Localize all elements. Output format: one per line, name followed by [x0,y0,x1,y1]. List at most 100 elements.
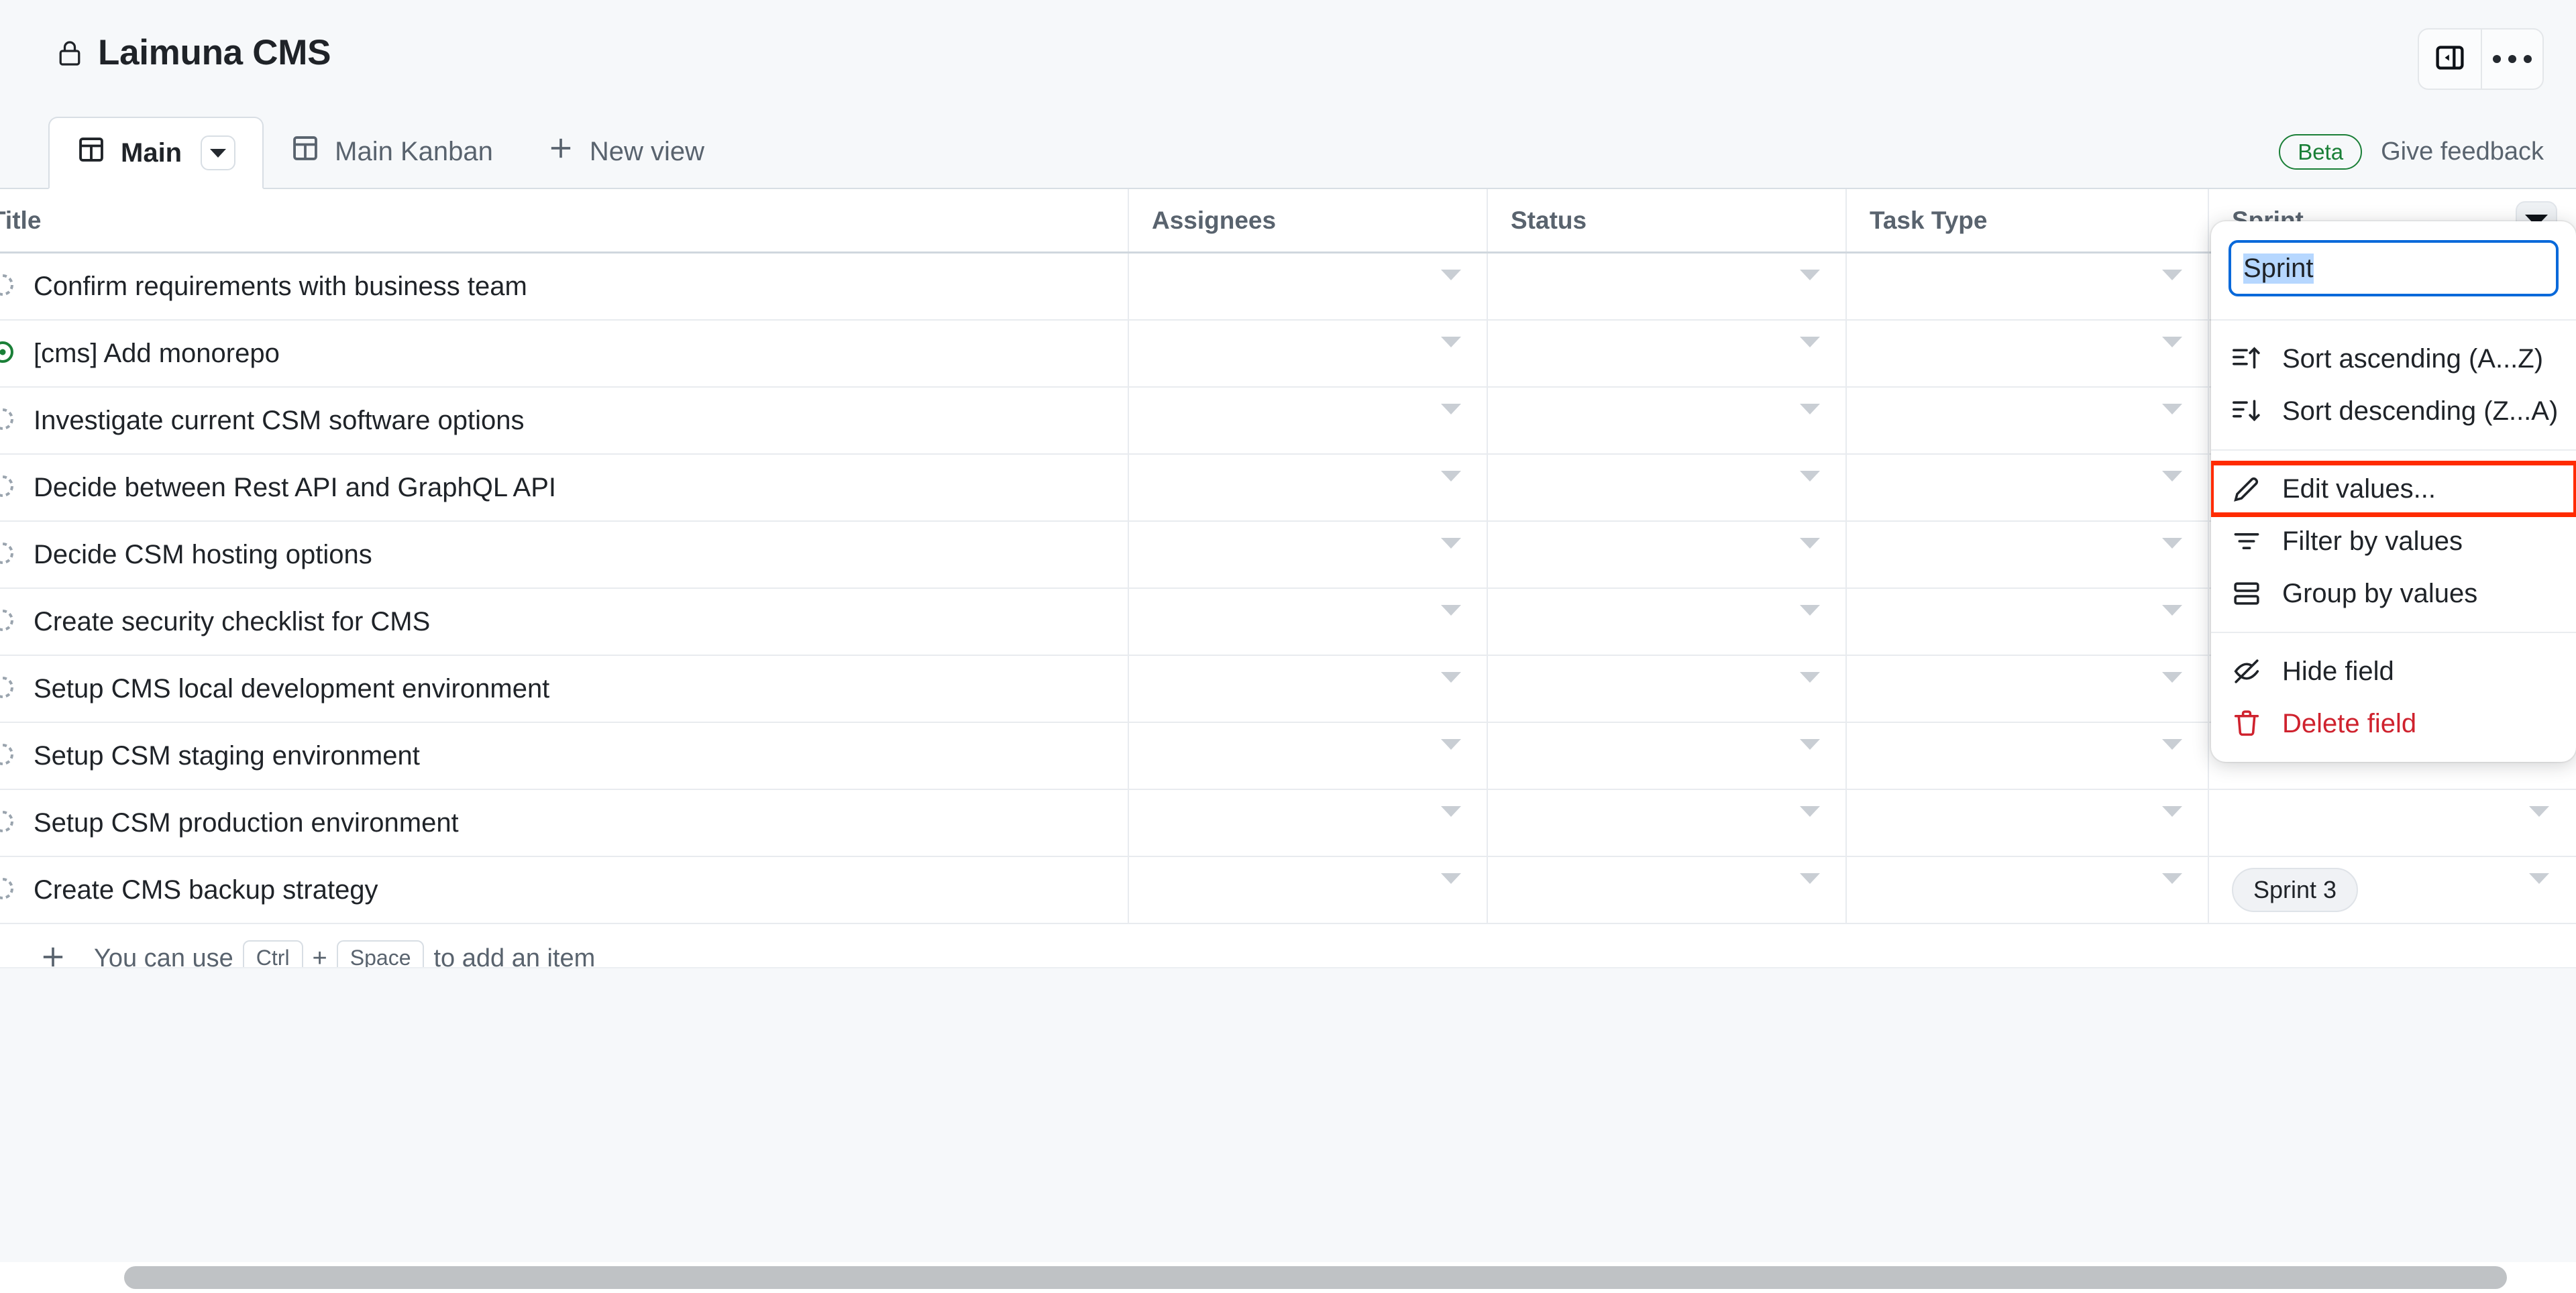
cell-assignees[interactable] [1129,656,1488,722]
chevron-down-icon[interactable] [2162,270,2182,292]
cell-tasktype[interactable] [1847,321,2209,386]
cell-tasktype[interactable] [1847,589,2209,655]
chevron-down-icon[interactable] [2162,605,2182,628]
cell-assignees[interactable] [1129,723,1488,789]
cell-assignees[interactable] [1129,388,1488,453]
give-feedback-link[interactable]: Give feedback [2381,137,2544,166]
chevron-down-icon[interactable] [1800,337,1820,359]
cell-status[interactable] [1488,522,1847,587]
cell-title[interactable]: Investigate current CSM software options [0,388,1129,453]
cell-assignees[interactable] [1129,857,1488,923]
chevron-down-icon[interactable] [1800,806,1820,829]
cell-title[interactable]: Decide between Rest API and GraphQL API [0,455,1129,520]
table-row[interactable]: Setup CMS local development environment [0,656,2576,723]
horizontal-scrollbar-thumb[interactable] [124,1266,2507,1289]
table-row[interactable]: Confirm requirements with business team [0,254,2576,321]
chevron-down-icon[interactable] [1441,337,1461,359]
chevron-down-icon[interactable] [1441,739,1461,762]
chevron-down-icon[interactable] [1441,404,1461,427]
cell-title[interactable]: Create security checklist for CMS [0,589,1129,655]
chevron-down-icon[interactable] [1800,538,1820,561]
cell-tasktype[interactable] [1847,388,2209,453]
tab-main[interactable]: Main [48,117,264,189]
chevron-down-icon[interactable] [2162,538,2182,561]
cell-title[interactable]: Setup CSM staging environment [0,723,1129,789]
cell-assignees[interactable] [1129,522,1488,587]
tab-main-kanban[interactable]: Main Kanban [264,115,520,188]
cell-tasktype[interactable] [1847,254,2209,319]
cell-sprint[interactable]: Sprint 3 [2209,857,2575,923]
chevron-down-icon[interactable] [2162,404,2182,427]
cell-title[interactable]: Setup CSM production environment [0,790,1129,856]
chevron-down-icon[interactable] [1441,538,1461,561]
column-header-status[interactable]: Status [1488,189,1847,251]
chevron-down-icon[interactable] [1800,672,1820,695]
chevron-down-icon[interactable] [1441,270,1461,292]
cell-tasktype[interactable] [1847,857,2209,923]
chevron-down-icon[interactable] [2162,337,2182,359]
column-header-assignees[interactable]: Assignees [1129,189,1488,251]
cell-title[interactable]: [cms] Add monorepo [0,321,1129,386]
cell-assignees[interactable] [1129,455,1488,520]
chevron-down-icon[interactable] [2162,739,2182,762]
cell-status[interactable] [1488,790,1847,856]
more-options-button[interactable] [2481,30,2542,89]
chevron-down-icon[interactable] [2162,672,2182,695]
tab-main-menu-button[interactable] [201,135,236,170]
cell-title[interactable]: Setup CMS local development environment [0,656,1129,722]
cell-status[interactable] [1488,388,1847,453]
menu-item-sort-ascending[interactable]: Sort ascending (A...Z) [2211,333,2576,385]
chevron-down-icon[interactable] [1800,404,1820,427]
chevron-down-icon[interactable] [2162,873,2182,896]
cell-assignees[interactable] [1129,589,1488,655]
chevron-down-icon[interactable] [2529,873,2549,896]
table-row[interactable]: Investigate current CSM software options [0,388,2576,455]
menu-item-sort-descending[interactable]: Sort descending (Z...A) [2211,385,2576,437]
cell-tasktype[interactable] [1847,723,2209,789]
column-header-title[interactable]: Title [0,189,1129,251]
horizontal-scrollbar[interactable] [0,1262,2576,1293]
menu-item-filter[interactable]: Filter by values [2211,515,2576,567]
cell-status[interactable] [1488,455,1847,520]
table-row[interactable]: Create security checklist for CMS [0,589,2576,656]
cell-status[interactable] [1488,254,1847,319]
chevron-down-icon[interactable] [1441,806,1461,829]
table-row[interactable]: Create CMS backup strategy Sprint 3 [0,857,2576,924]
cell-assignees[interactable] [1129,790,1488,856]
cell-tasktype[interactable] [1847,790,2209,856]
chevron-down-icon[interactable] [2529,806,2549,829]
table-row[interactable]: [cms] Add monorepo [0,321,2576,388]
chevron-down-icon[interactable] [1441,605,1461,628]
cell-assignees[interactable] [1129,321,1488,386]
cell-tasktype[interactable] [1847,656,2209,722]
table-row[interactable]: Decide CSM hosting options [0,522,2576,589]
menu-item-pencil[interactable]: Edit values... [2211,461,2576,517]
chevron-down-icon[interactable] [1441,672,1461,695]
chevron-down-icon[interactable] [1441,471,1461,494]
cell-assignees[interactable] [1129,254,1488,319]
field-name-input[interactable]: Sprint [2229,240,2559,296]
cell-status[interactable] [1488,857,1847,923]
chevron-down-icon[interactable] [1800,739,1820,762]
cell-title[interactable]: Create CMS backup strategy [0,857,1129,923]
cell-sprint[interactable] [2209,790,2575,856]
chevron-down-icon[interactable] [1800,873,1820,896]
chevron-down-icon[interactable] [1441,873,1461,896]
column-header-tasktype[interactable]: Task Type [1847,189,2209,251]
table-row[interactable]: Decide between Rest API and GraphQL API [0,455,2576,522]
menu-item-group-rows[interactable]: Group by values [2211,567,2576,620]
panel-collapse-button[interactable] [2419,30,2481,89]
chevron-down-icon[interactable] [2162,806,2182,829]
chevron-down-icon[interactable] [1800,270,1820,292]
cell-status[interactable] [1488,723,1847,789]
chevron-down-icon[interactable] [1800,471,1820,494]
cell-title[interactable]: Decide CSM hosting options [0,522,1129,587]
chevron-down-icon[interactable] [1800,605,1820,628]
new-view-button[interactable]: New view [520,115,731,188]
menu-item-eye-closed[interactable]: Hide field [2211,645,2576,697]
cell-tasktype[interactable] [1847,455,2209,520]
cell-title[interactable]: Confirm requirements with business team [0,254,1129,319]
cell-tasktype[interactable] [1847,522,2209,587]
chevron-down-icon[interactable] [2162,471,2182,494]
table-row[interactable]: Setup CSM staging environment [0,723,2576,790]
